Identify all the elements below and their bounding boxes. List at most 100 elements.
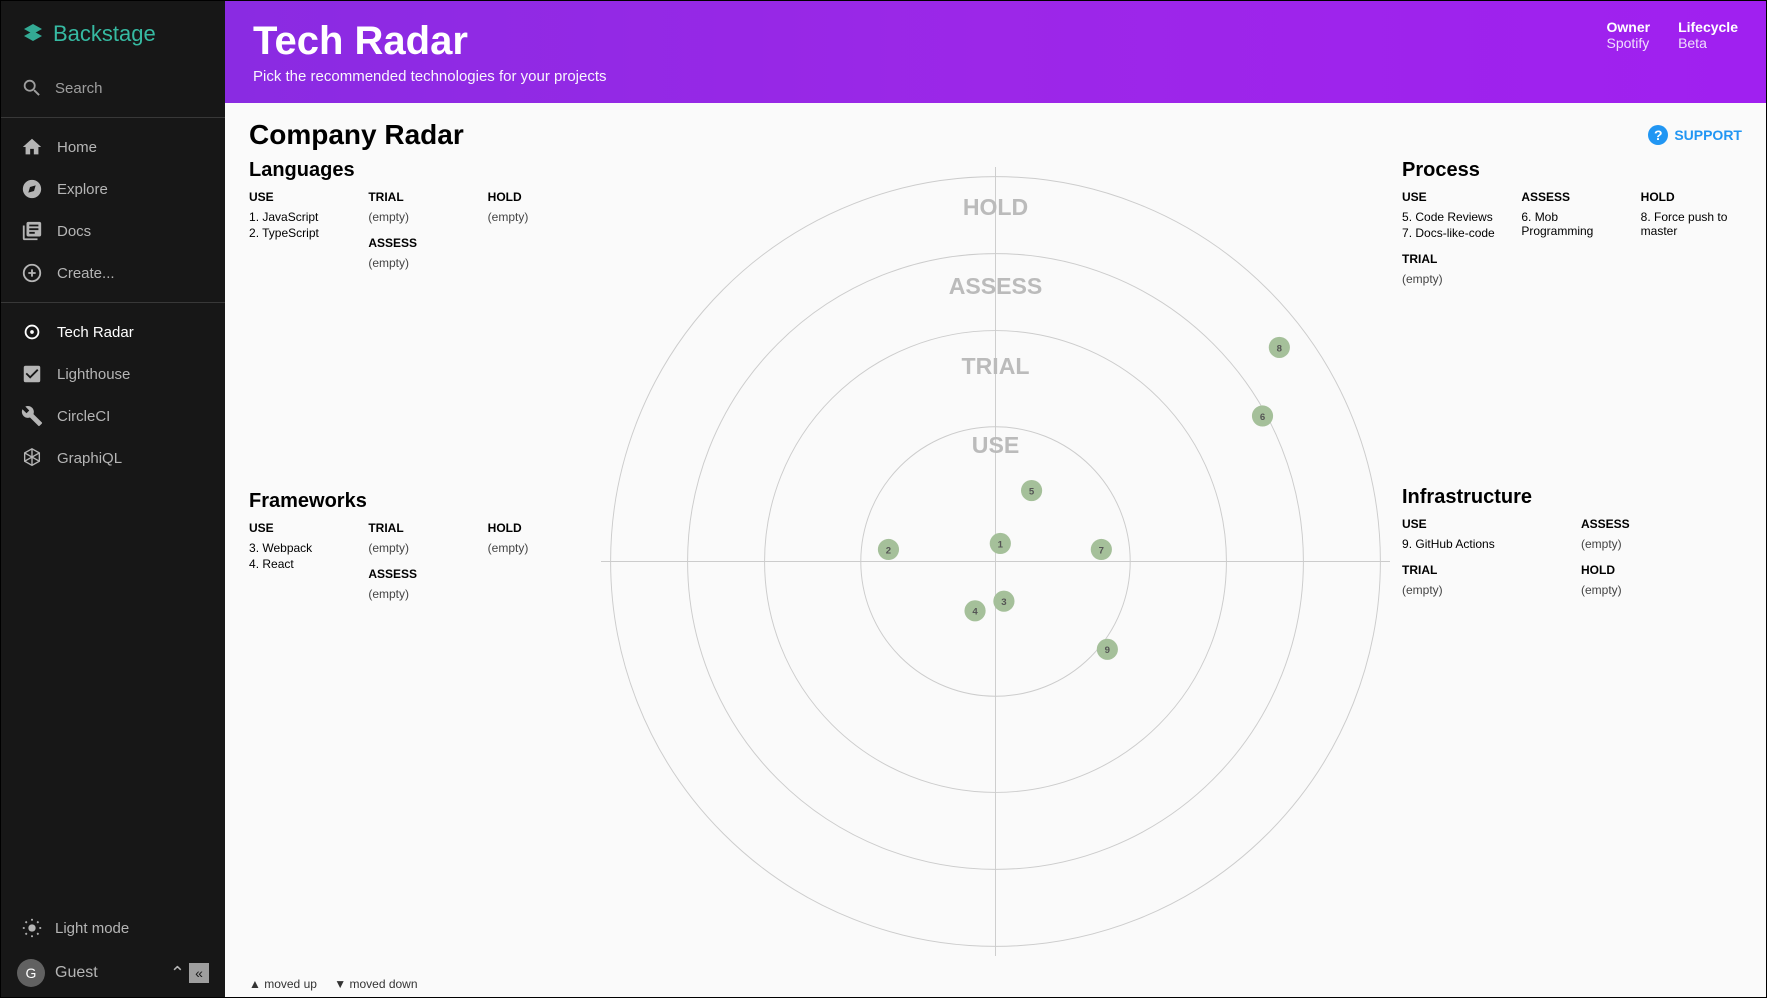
support-button[interactable]: ? SUPPORT <box>1648 125 1742 145</box>
ring-title: USE <box>249 521 350 535</box>
search-placeholder: Search <box>55 80 103 97</box>
nav-docs[interactable]: Docs <box>1 210 225 252</box>
nav-label: Docs <box>57 223 91 240</box>
brand-logo[interactable]: Backstage <box>1 1 225 67</box>
meta-owner: Owner Spotify <box>1606 19 1650 51</box>
nav-home[interactable]: Home <box>1 126 225 168</box>
nav-label: CircleCI <box>57 408 110 425</box>
svg-text:2: 2 <box>886 545 891 556</box>
quadrant-title: Process <box>1402 159 1742 182</box>
nav-create[interactable]: Create... <box>1 252 225 294</box>
nav-explore[interactable]: Explore <box>1 168 225 210</box>
ring-title: ASSESS <box>368 567 469 581</box>
user-row[interactable]: G Guest ⌃ « <box>1 949 225 997</box>
list-item[interactable]: 6. Mob Programming <box>1521 210 1622 238</box>
nav-lighthouse[interactable]: Lighthouse <box>1 353 225 395</box>
ring-label-trial: TRIAL <box>962 353 1030 379</box>
radar-blip[interactable]: 1 <box>990 533 1011 554</box>
svg-text:7: 7 <box>1099 545 1104 556</box>
list-item[interactable]: 9. GitHub Actions <box>1402 537 1563 551</box>
ring-label-assess: ASSESS <box>949 273 1043 299</box>
ring-title: HOLD <box>488 521 589 535</box>
radar-blip[interactable]: 4 <box>964 600 985 621</box>
empty-label: (empty) <box>368 541 469 555</box>
check-square-icon <box>21 363 43 385</box>
svg-text:4: 4 <box>972 607 978 618</box>
support-label: SUPPORT <box>1674 127 1742 143</box>
ring-title: USE <box>1402 190 1503 204</box>
nav-tech-radar[interactable]: Tech Radar <box>1 311 225 353</box>
list-item[interactable]: 1. JavaScript <box>249 210 350 224</box>
list-item[interactable]: 5. Code Reviews <box>1402 210 1503 224</box>
ring-title: HOLD <box>1581 563 1742 577</box>
light-mode-toggle[interactable]: Light mode <box>1 907 225 949</box>
quadrant-title: Languages <box>249 159 589 182</box>
radar-blip[interactable]: 9 <box>1097 639 1118 660</box>
light-mode-label: Light mode <box>55 920 129 937</box>
collapse-sidebar-button[interactable]: « <box>189 963 209 983</box>
nav-label: Create... <box>57 265 115 282</box>
ring-title: TRIAL <box>1402 252 1503 266</box>
empty-label: (empty) <box>488 541 589 555</box>
radar-blip[interactable]: 3 <box>993 591 1014 612</box>
svg-text:8: 8 <box>1277 343 1283 354</box>
explore-icon <box>21 178 43 200</box>
docs-icon <box>21 220 43 242</box>
sidebar: Backstage Search Home Explore Docs Creat… <box>1 1 225 997</box>
footnote: ▲ moved up ▼ moved down <box>249 977 432 991</box>
content-title: Company Radar <box>249 119 464 151</box>
footnote-up: ▲ moved up <box>249 977 317 991</box>
ring-title: HOLD <box>1641 190 1742 204</box>
empty-label: (empty) <box>1581 583 1742 597</box>
radar-blip[interactable]: 2 <box>878 539 899 560</box>
home-icon <box>21 136 43 158</box>
plus-circle-icon <box>21 262 43 284</box>
ring-title: USE <box>1402 517 1563 531</box>
wrench-icon <box>21 405 43 427</box>
quadrant-languages: Languages USE 1. JavaScript 2. TypeScrip… <box>249 159 589 282</box>
ring-title: HOLD <box>488 190 589 204</box>
svg-text:5: 5 <box>1029 486 1035 497</box>
empty-label: (empty) <box>368 587 469 601</box>
search-input[interactable]: Search <box>1 67 225 109</box>
empty-label: (empty) <box>368 256 469 270</box>
radar-chart: HOLD ASSESS TRIAL USE 125678349 <box>601 159 1390 961</box>
nav-circleci[interactable]: CircleCI <box>1 395 225 437</box>
brand-name: Backstage <box>53 21 156 47</box>
divider <box>1 302 225 303</box>
chevron-up-icon[interactable]: ⌃ <box>170 963 185 984</box>
empty-label: (empty) <box>488 210 589 224</box>
radar-blip[interactable]: 7 <box>1091 539 1112 560</box>
content: Company Radar ? SUPPORT Languages USE <box>225 103 1766 997</box>
page-header: Tech Radar Pick the recommended technolo… <box>225 1 1766 103</box>
sun-icon <box>21 917 43 939</box>
ring-title: TRIAL <box>368 521 469 535</box>
target-icon <box>21 321 43 343</box>
radar-blip[interactable]: 8 <box>1269 337 1290 358</box>
nav-graphiql[interactable]: GraphiQL <box>1 437 225 479</box>
list-item[interactable]: 7. Docs-like-code <box>1402 226 1503 240</box>
avatar: G <box>17 959 45 987</box>
svg-text:1: 1 <box>998 539 1004 550</box>
nav-label: Lighthouse <box>57 366 130 383</box>
ring-title: ASSESS <box>1581 517 1742 531</box>
radar-blip[interactable]: 5 <box>1021 480 1042 501</box>
list-item[interactable]: 8. Force push to master <box>1641 210 1742 238</box>
svg-text:3: 3 <box>1001 597 1006 608</box>
help-icon: ? <box>1648 125 1668 145</box>
nav-label: Home <box>57 139 97 156</box>
empty-label: (empty) <box>1402 272 1503 286</box>
ring-title: USE <box>249 190 350 204</box>
list-item[interactable]: 4. React <box>249 557 350 571</box>
radar-blip[interactable]: 6 <box>1252 405 1273 426</box>
page-subtitle: Pick the recommended technologies for yo… <box>253 68 607 85</box>
ring-title: ASSESS <box>1521 190 1622 204</box>
list-item[interactable]: 2. TypeScript <box>249 226 350 240</box>
ring-title: TRIAL <box>1402 563 1563 577</box>
graphql-icon <box>21 447 43 469</box>
quadrant-title: Infrastructure <box>1402 486 1742 509</box>
list-item[interactable]: 3. Webpack <box>249 541 350 555</box>
quadrant-process: Process USE 5. Code Reviews 7. Docs-like… <box>1402 159 1742 298</box>
meta-lifecycle: Lifecycle Beta <box>1678 19 1738 51</box>
page-title: Tech Radar <box>253 19 607 64</box>
